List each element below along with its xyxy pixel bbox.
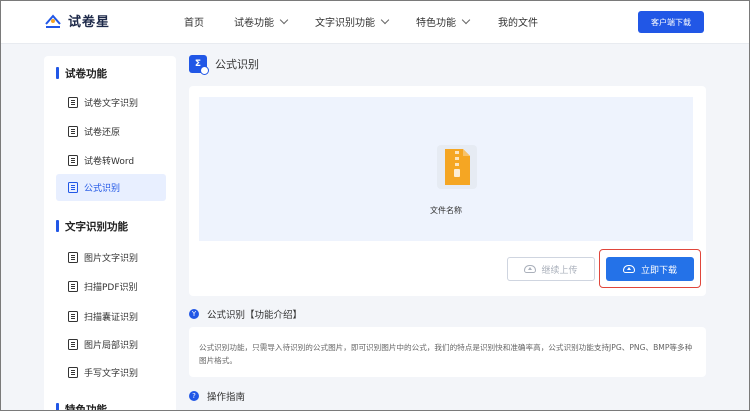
sidebar-section-title: 特色功能 [56,402,107,411]
sidebar-item-exam-ocr[interactable]: 试卷文字识别 [56,89,166,116]
sidebar-item-label: 手写文字识别 [84,369,139,379]
sidebar-item-scan-id[interactable]: 扫描囊证识别 [56,303,166,330]
client-download-button[interactable]: 客户端下载 [638,11,704,33]
sidebar-item-label: 扫描PDF识别 [84,283,138,293]
download-now-label: 立即下载 [640,265,677,276]
intro-heading: Y 公式识别【功能介绍】 [189,307,302,321]
sidebar-section-title: 文字识别功能 [56,219,128,234]
cloud-download-icon [622,265,635,273]
nav-special-features-label: 特色功能 [416,18,456,29]
sidebar-item-exam-restore[interactable]: 试卷还原 [56,118,166,145]
logo[interactable]: 试卷星 [44,11,110,30]
nav-my-files[interactable]: 我的文件 [498,14,538,29]
nav-my-files-label: 我的文件 [498,18,538,29]
sidebar-item-label: 图片局部识别 [84,341,139,351]
guide-heading: ? 操作指南 [189,389,245,403]
nav-home[interactable]: 首页 [184,14,204,29]
sidebar-item-handwriting[interactable]: 手写文字识别 [56,359,166,386]
nav-special-features[interactable]: 特色功能 [416,14,471,29]
continue-upload-label: 继续上传 [541,265,578,276]
image-icon [68,182,78,193]
info-icon: Y [189,309,199,319]
download-now-button[interactable]: 立即下载 [606,257,694,281]
sidebar-item-label: 试卷转Word [84,157,135,167]
sidebar-section-title: 试卷功能 [56,66,107,81]
sidebar-item-partial-ocr[interactable]: 图片局部识别 [56,331,166,358]
intro-title: 公式识别【功能介绍】 [207,310,303,321]
sidebar-item-scan-pdf[interactable]: 扫描PDF识别 [56,273,166,300]
sidebar: 试卷功能 试卷文字识别 试卷还原 试卷转Word 公式识别 文字识别功能 图片文… [44,56,176,411]
help-icon: ? [189,391,199,401]
document-icon [68,126,78,137]
chevron-down-icon [380,15,390,25]
nav-ocr-features-label: 文字识别功能 [315,18,375,29]
file-drop-area[interactable]: 文件名称 [199,97,693,241]
crop-icon [68,339,78,350]
zip-file-icon [437,145,477,189]
document-icon [68,97,78,108]
guide-title: 操作指南 [207,392,246,403]
formula-icon: Σ [189,55,209,75]
download-highlight-frame: 立即下载 [599,249,701,288]
sidebar-item-exam-to-word[interactable]: 试卷转Word [56,147,166,174]
upload-card: 文件名称 继续上传 立即下载 [189,86,706,296]
chevron-down-icon [461,15,471,25]
sidebar-item-label: 试卷文字识别 [84,99,139,109]
top-nav-bar: 试卷星 首页 试卷功能 文字识别功能 特色功能 我的文件 客户端下载 [0,0,750,44]
nav-ocr-features[interactable]: 文字识别功能 [315,14,390,29]
nav-home-label: 首页 [184,18,204,29]
id-card-icon [68,311,78,322]
logo-text: 试卷星 [68,15,111,30]
nav-exam-features[interactable]: 试卷功能 [234,14,289,29]
logo-icon [45,13,61,28]
image-icon [68,252,78,263]
chevron-down-icon [279,15,289,25]
document-icon [68,155,78,166]
sidebar-item-label: 试卷还原 [84,128,121,138]
sidebar-item-label: 公式识别 [84,184,121,194]
nav-exam-features-label: 试卷功能 [234,18,274,29]
page-header: Σ 公式识别 [189,55,259,75]
pen-icon [68,367,78,378]
intro-text: 公式识别功能，只需导入待识别的公式图片，即可识别图片中的公式，我们的特点是识别快… [189,327,706,377]
pdf-icon [68,281,78,292]
sidebar-item-label: 扫描囊证识别 [84,313,139,323]
page-title: 公式识别 [215,58,259,71]
sidebar-item-image-ocr[interactable]: 图片文字识别 [56,244,166,271]
file-name-label: 文件名称 [430,206,462,215]
sidebar-item-label: 图片文字识别 [84,254,139,264]
continue-upload-button[interactable]: 继续上传 [507,257,595,281]
sidebar-item-formula-recognition[interactable]: 公式识别 [56,174,166,201]
cloud-upload-icon [524,265,537,273]
